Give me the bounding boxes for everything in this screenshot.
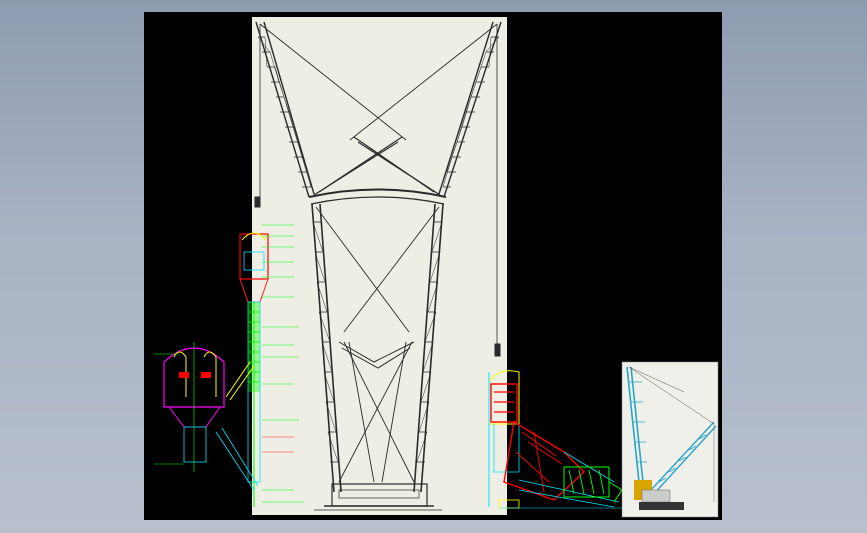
boom-hinge-assembly-detail [488,370,624,509]
cad-drawing-canvas[interactable] [144,12,722,520]
main-drawing-sheet [252,17,507,515]
cad-viewport[interactable] [144,12,722,520]
crawler-crane-render [621,361,719,518]
